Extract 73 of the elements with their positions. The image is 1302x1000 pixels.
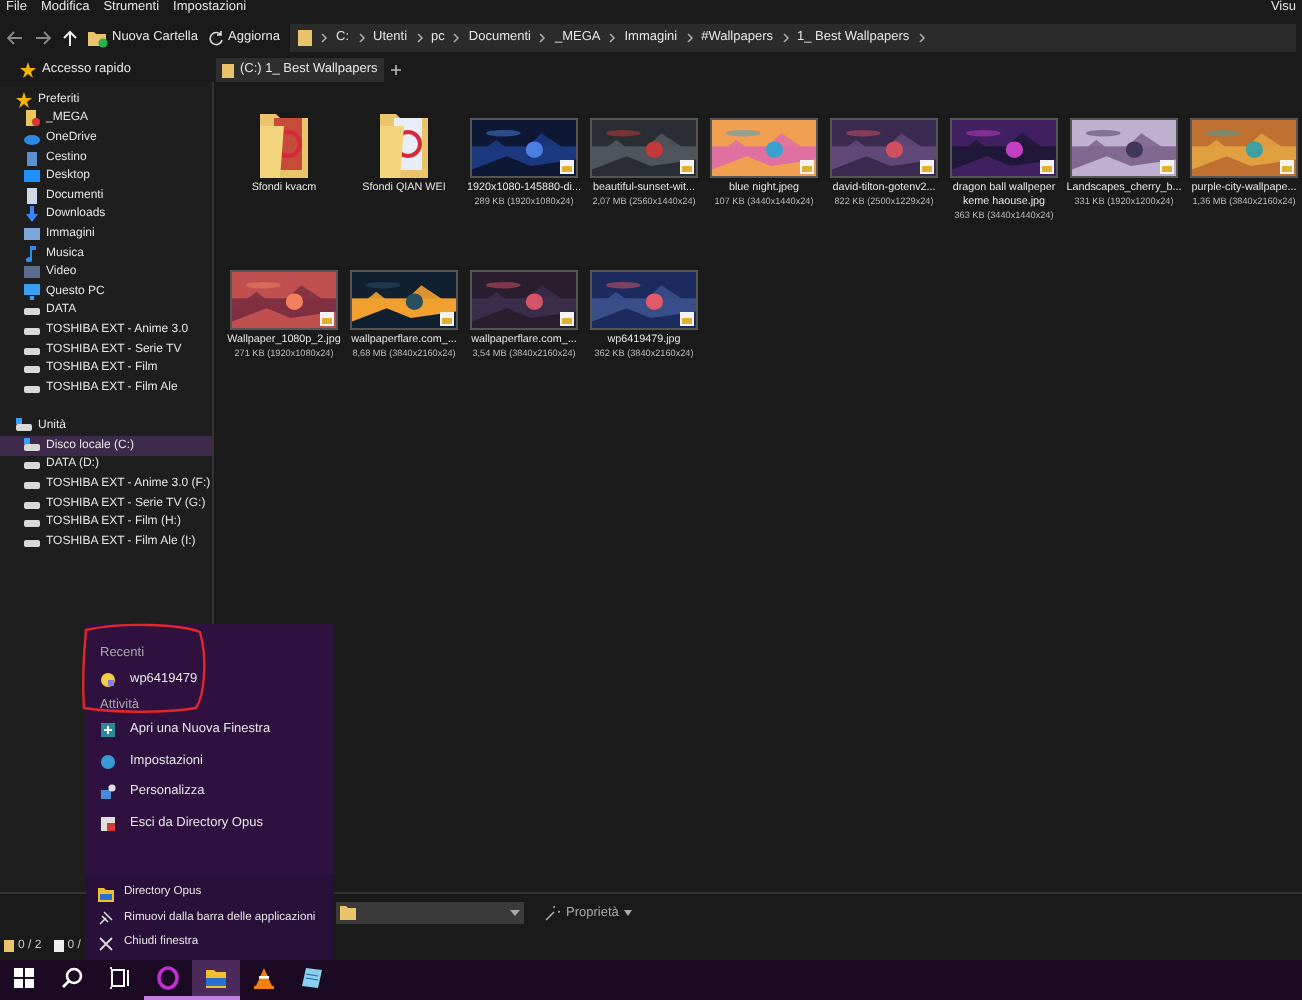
computer-icon xyxy=(24,283,40,300)
image-file-icon xyxy=(920,160,934,174)
windows-logo-icon xyxy=(12,966,36,990)
dropdown-caret-icon xyxy=(510,910,520,916)
folder-icon xyxy=(298,30,313,46)
image-thumbnail[interactable] xyxy=(470,270,578,330)
cloud-icon xyxy=(24,129,40,146)
image-thumbnail[interactable] xyxy=(710,118,818,178)
image-icon xyxy=(24,225,40,242)
image-file-icon xyxy=(1160,160,1174,174)
new-window-icon xyxy=(100,722,116,739)
customize-icon xyxy=(100,784,116,801)
up-arrow-icon[interactable] xyxy=(62,29,78,47)
image-file-icon xyxy=(100,671,116,688)
image-file-icon xyxy=(1040,160,1054,174)
image-thumbnail[interactable] xyxy=(230,270,338,330)
chevron-right-icon xyxy=(917,32,926,44)
file-icon xyxy=(53,940,64,952)
image-file-icon xyxy=(1280,160,1294,174)
star-icon xyxy=(16,91,32,108)
chevron-right-icon xyxy=(452,32,461,44)
image-thumbnail[interactable] xyxy=(1190,118,1298,178)
new-folder-icon xyxy=(88,29,108,47)
document-icon xyxy=(24,187,40,204)
folder-icon xyxy=(98,885,114,902)
dropdown-caret-icon xyxy=(624,910,633,916)
image-thumbnail[interactable] xyxy=(590,270,698,330)
image-thumbnail[interactable] xyxy=(1070,118,1178,178)
view-dropdown[interactable] xyxy=(336,902,524,924)
notepad-icon xyxy=(300,966,324,990)
chevron-right-icon xyxy=(320,32,329,44)
close-icon xyxy=(98,935,114,952)
add-tab-icon[interactable] xyxy=(389,64,402,76)
back-arrow-icon[interactable] xyxy=(6,30,24,46)
image-thumbnail[interactable] xyxy=(470,118,578,178)
chevron-right-icon xyxy=(415,32,424,44)
folder-icon xyxy=(340,906,356,920)
image-thumbnail[interactable] xyxy=(830,118,938,178)
chevron-right-icon xyxy=(357,32,366,44)
image-thumbnail[interactable] xyxy=(590,118,698,178)
image-file-icon xyxy=(440,312,454,326)
image-file-icon xyxy=(680,160,694,174)
star-icon xyxy=(20,62,36,78)
download-icon xyxy=(24,206,40,223)
recycle-bin-icon xyxy=(24,149,40,166)
chevron-right-icon xyxy=(685,32,694,44)
chevron-right-icon xyxy=(781,32,789,44)
image-file-icon xyxy=(320,312,334,326)
image-file-icon xyxy=(560,312,574,326)
traffic-cone-icon xyxy=(252,966,276,990)
folder-icon xyxy=(24,110,40,127)
image-file-icon xyxy=(560,160,574,174)
folder-icon xyxy=(4,940,14,952)
monitor-icon xyxy=(24,168,40,185)
image-thumbnail[interactable] xyxy=(350,270,458,330)
folder-icon xyxy=(204,966,228,990)
folder-icon xyxy=(222,63,234,77)
chevron-right-icon xyxy=(538,32,547,44)
search-icon xyxy=(60,966,84,990)
task-view-icon xyxy=(108,966,132,990)
music-note-icon xyxy=(24,245,40,262)
video-icon xyxy=(24,264,40,281)
opera-logo-icon xyxy=(156,966,180,990)
image-file-icon xyxy=(680,312,694,326)
exit-icon xyxy=(100,815,116,832)
settings-icon xyxy=(100,753,116,770)
unpin-icon xyxy=(98,910,114,927)
refresh-icon xyxy=(208,30,224,46)
image-thumbnail[interactable] xyxy=(950,118,1058,178)
forward-arrow-icon[interactable] xyxy=(34,30,52,46)
image-file-icon xyxy=(800,160,814,174)
chevron-right-icon xyxy=(608,32,617,44)
taskbar-button[interactable] xyxy=(192,960,240,1000)
